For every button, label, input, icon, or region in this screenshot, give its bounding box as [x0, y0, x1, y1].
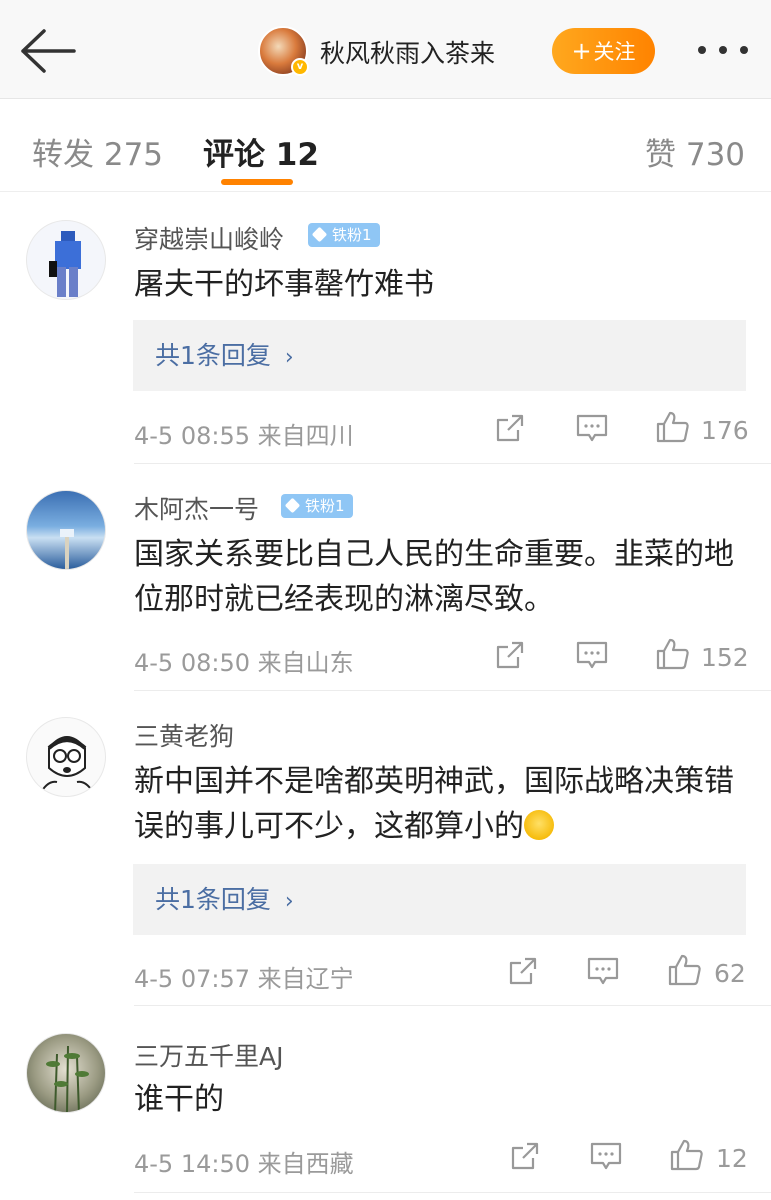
like-count: 152: [701, 643, 749, 672]
comment-icon[interactable]: [575, 412, 609, 448]
commenter-name[interactable]: 木阿杰一号: [134, 490, 259, 526]
follow-label: 关注: [593, 40, 636, 64]
comment-text-content: 新中国并不是啥都英明神武，国际战略决策错误的事儿可不少，这都算小的: [134, 764, 734, 844]
top-bar: v 秋风秋雨入茶来 +关注: [0, 0, 771, 99]
more-options-icon[interactable]: [696, 40, 752, 62]
like-icon[interactable]: [655, 637, 691, 675]
share-icon[interactable]: [509, 1140, 541, 1176]
comment-icon[interactable]: [575, 639, 609, 675]
follow-button[interactable]: +关注: [552, 28, 655, 74]
share-icon[interactable]: [494, 412, 526, 448]
laugh-cry-emoji-icon: [524, 810, 554, 840]
commenter-avatar[interactable]: [26, 1033, 106, 1113]
diamond-icon: [311, 226, 328, 243]
divider: [134, 1192, 771, 1193]
view-replies-button[interactable]: 共1条回复 ›: [133, 320, 746, 391]
comment-text: 谁干的: [134, 1082, 224, 1117]
plus-icon: +: [571, 37, 592, 65]
comment-time-location: 4-5 08:55 来自四川: [134, 422, 354, 450]
commenter-avatar[interactable]: [26, 220, 106, 300]
fan-level-label: 铁粉1: [305, 497, 345, 515]
tab-reposts[interactable]: 转发 275: [32, 129, 163, 174]
diamond-icon: [284, 497, 301, 514]
like-count: 176: [701, 416, 749, 445]
fan-level-badge: 铁粉1: [308, 223, 380, 247]
share-icon[interactable]: [494, 639, 526, 675]
like-count: 62: [714, 959, 746, 988]
back-arrow-icon[interactable]: [18, 28, 78, 74]
share-icon[interactable]: [507, 955, 539, 991]
reply-count-label: 共1条回复: [155, 341, 271, 370]
tab-likes[interactable]: 赞 730: [645, 129, 745, 174]
comment-time-location: 4-5 08:50 来自山东: [134, 649, 354, 677]
comment-text: 屠夫干的坏事罄竹难书: [134, 267, 434, 302]
comment-time-location: 4-5 14:50 来自西藏: [134, 1150, 354, 1178]
comment-text: 国家关系要比自己人民的生命重要。韭菜的地位那时就已经表现的淋漓尽致。: [134, 537, 734, 617]
verified-badge-icon: v: [291, 58, 309, 76]
divider: [134, 690, 771, 691]
fan-level-label: 铁粉1: [332, 226, 372, 244]
commenter-avatar[interactable]: [26, 490, 106, 570]
like-count: 12: [716, 1144, 748, 1173]
divider: [134, 1005, 771, 1006]
commenter-avatar[interactable]: [26, 717, 106, 797]
chevron-right-icon: ›: [284, 345, 294, 370]
comment-time-location: 4-5 07:57 来自辽宁: [134, 965, 354, 993]
tab-bar: 转发 275 评论 12 赞 730: [0, 99, 771, 192]
author-name[interactable]: 秋风秋雨入茶来: [320, 34, 495, 70]
commenter-name[interactable]: 三万五千里AJ: [134, 1037, 283, 1073]
like-icon[interactable]: [655, 410, 691, 448]
like-icon[interactable]: [669, 1138, 705, 1176]
commenter-name[interactable]: 穿越崇山峻岭: [134, 220, 284, 256]
like-icon[interactable]: [667, 953, 703, 991]
commenter-name[interactable]: 三黄老狗: [134, 717, 234, 753]
view-replies-button[interactable]: 共1条回复 ›: [133, 864, 746, 935]
reply-count-label: 共1条回复: [155, 885, 271, 914]
active-tab-indicator: [221, 179, 293, 185]
divider: [134, 463, 771, 464]
comment-text: 新中国并不是啥都英明神武，国际战略决策错误的事儿可不少，这都算小的: [134, 759, 749, 849]
comment-icon[interactable]: [586, 955, 620, 991]
tab-comments[interactable]: 评论 12: [203, 129, 319, 174]
comment-icon[interactable]: [589, 1140, 623, 1176]
fan-level-badge: 铁粉1: [281, 494, 353, 518]
chevron-right-icon: ›: [284, 889, 294, 914]
